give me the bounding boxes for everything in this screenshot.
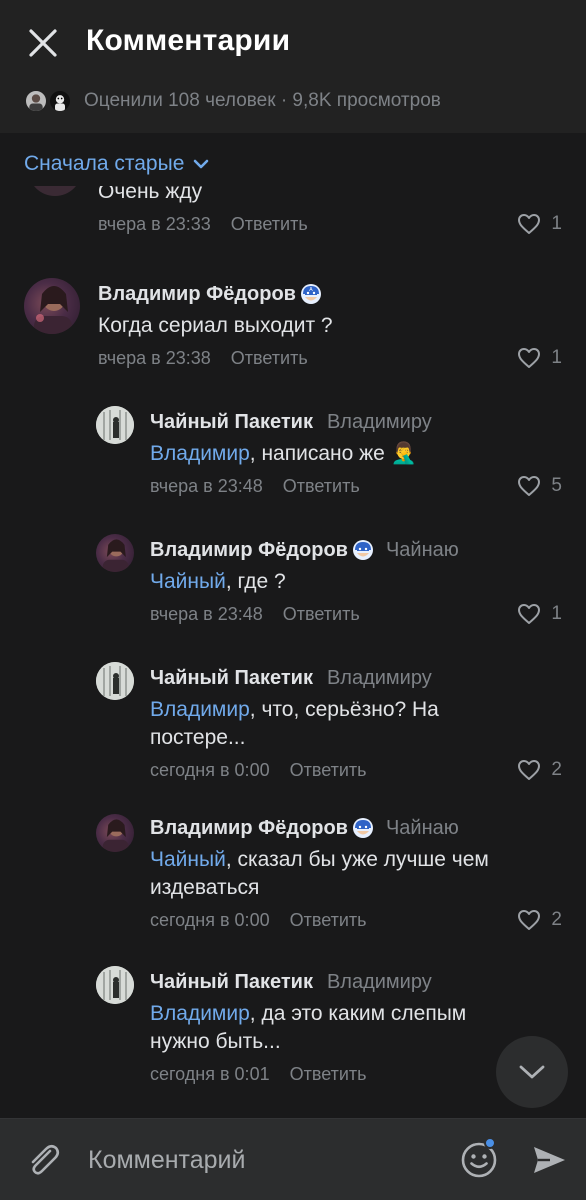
avatar[interactable] bbox=[96, 534, 134, 572]
like-count: 1 bbox=[551, 603, 562, 624]
heart-icon bbox=[518, 214, 541, 234]
avatar[interactable] bbox=[96, 814, 134, 852]
captain-america-badge-icon bbox=[352, 818, 373, 838]
page-title: Комментарии bbox=[86, 24, 291, 57]
mention-link[interactable]: Чайный bbox=[150, 848, 226, 871]
heart-icon bbox=[518, 604, 541, 624]
comment-text: Чайный, сказал бы уже лучше чем издевать… bbox=[150, 848, 489, 899]
comment-item: Владимир Фёдоров A Когда сериал выходит … bbox=[0, 274, 586, 380]
reactions-stats: Оценили 108 человек · 9,8K просмотров bbox=[84, 90, 441, 111]
close-icon[interactable] bbox=[22, 22, 64, 64]
comment-text: Владимир, написано же 🤦‍♂️ bbox=[150, 442, 417, 465]
avatar[interactable] bbox=[96, 662, 134, 700]
comment-text: Очень жду bbox=[98, 186, 203, 203]
like-button[interactable]: 1 bbox=[517, 603, 562, 625]
send-icon[interactable] bbox=[528, 1139, 570, 1181]
mention-link[interactable]: Владимир bbox=[150, 698, 250, 721]
comment-text: Владимир, да это каким слепым нужно быть… bbox=[150, 1002, 467, 1053]
reply-button[interactable]: Ответить bbox=[290, 1064, 367, 1085]
reply-comment: Владимир Фёдоров Чайнаю Чайный, где ? вч… bbox=[0, 532, 586, 638]
reply-to-label[interactable]: Владимиру bbox=[327, 667, 432, 690]
reply-button[interactable]: Ответить bbox=[231, 348, 308, 369]
like-button[interactable]: 2 bbox=[517, 909, 562, 931]
comment-author[interactable]: Чайный Пакетик bbox=[150, 411, 313, 434]
mention-link[interactable]: Чайный bbox=[150, 570, 226, 593]
comment-author[interactable]: Чайный Пакетик bbox=[150, 971, 313, 994]
heart-icon bbox=[518, 760, 541, 780]
header: Комментарии Оценили 108 человек · 9,8K п… bbox=[0, 0, 586, 133]
like-count: 5 bbox=[551, 475, 562, 496]
comment-text: Когда сериал выходит ? bbox=[98, 314, 333, 337]
reply-to-label[interactable]: Владимиру bbox=[327, 411, 432, 434]
reply-button[interactable]: Ответить bbox=[283, 604, 360, 625]
avatar[interactable] bbox=[28, 186, 82, 196]
heart-icon bbox=[518, 476, 541, 496]
reactions-summary[interactable]: Оценили 108 человек · 9,8K просмотров bbox=[24, 86, 441, 116]
like-button[interactable]: 2 bbox=[517, 759, 562, 781]
comment-text: Владимир, что, серьёзно? На постере... bbox=[150, 698, 439, 749]
comment-time: сегодня в 0:00 bbox=[150, 759, 270, 780]
mention-link[interactable]: Владимир bbox=[150, 1002, 250, 1025]
comment-input[interactable] bbox=[88, 1139, 438, 1181]
comment-composer bbox=[0, 1118, 586, 1200]
like-count: 2 bbox=[551, 909, 562, 930]
reply-to-label[interactable]: Владимиру bbox=[327, 971, 432, 994]
comment-time: вчера в 23:48 bbox=[150, 603, 263, 624]
chevron-down-icon bbox=[194, 159, 209, 169]
notification-dot bbox=[484, 1137, 496, 1149]
reply-button[interactable]: Ответить bbox=[290, 910, 367, 931]
captain-america-badge-icon bbox=[352, 540, 373, 560]
scroll-down-button[interactable] bbox=[496, 1036, 568, 1108]
reply-button[interactable]: Ответить bbox=[231, 214, 308, 235]
like-button[interactable]: 1 bbox=[517, 347, 562, 369]
comment-text: Чайный, где ? bbox=[150, 570, 286, 593]
comment-footer: вчера в 23:33 Ответить 1 bbox=[98, 210, 562, 238]
heart-icon bbox=[518, 910, 541, 930]
reply-button[interactable]: Ответить bbox=[283, 476, 360, 497]
avatar[interactable] bbox=[96, 966, 134, 1004]
comment-author[interactable]: Владимир Фёдоров bbox=[98, 283, 296, 306]
comment-time: вчера в 23:48 bbox=[150, 475, 263, 496]
comment-time: сегодня в 0:01 bbox=[150, 1063, 270, 1084]
sort-dropdown[interactable]: Сначала старые bbox=[24, 148, 210, 180]
reply-to-label[interactable]: Чайнаю bbox=[386, 817, 459, 840]
like-count: 2 bbox=[551, 759, 562, 780]
reply-to-label[interactable]: Чайнаю bbox=[386, 539, 459, 562]
comment-time: вчера в 23:38 bbox=[98, 347, 211, 368]
avatar[interactable] bbox=[24, 278, 80, 334]
captain-america-badge-icon: A bbox=[300, 284, 321, 304]
avatar bbox=[24, 89, 48, 113]
like-count: 1 bbox=[551, 347, 562, 368]
sort-label: Сначала старые bbox=[24, 152, 185, 175]
paperclip-icon[interactable] bbox=[22, 1139, 64, 1181]
reply-comment: Чайный Пакетик Владимиру Владимир, напис… bbox=[0, 404, 586, 510]
like-button[interactable]: 5 bbox=[517, 475, 562, 497]
like-button[interactable]: 1 bbox=[517, 213, 562, 235]
arrow-down-icon bbox=[519, 1065, 545, 1079]
reply-comment: Чайный Пакетик Владимиру Владимир, что, … bbox=[0, 660, 586, 788]
comment-time: сегодня в 0:00 bbox=[150, 909, 270, 930]
comments-list[interactable]: Очень жду вчера в 23:33 Ответить 1 Влади… bbox=[0, 186, 586, 1118]
reply-button[interactable]: Ответить bbox=[290, 760, 367, 781]
heart-icon bbox=[518, 348, 541, 368]
svg-text:A: A bbox=[309, 287, 313, 293]
reply-comment: Владимир Фёдоров Чайнаю Чайный, сказал б… bbox=[0, 814, 586, 942]
avatar bbox=[48, 89, 72, 113]
mention-link[interactable]: Владимир bbox=[150, 442, 250, 465]
comment-author[interactable]: Чайный Пакетик bbox=[150, 667, 313, 690]
liker-avatars bbox=[24, 87, 76, 115]
like-count: 1 bbox=[551, 213, 562, 234]
comment-time: вчера в 23:33 bbox=[98, 213, 211, 234]
comment-author[interactable]: Владимир Фёдоров bbox=[150, 539, 348, 562]
avatar[interactable] bbox=[96, 406, 134, 444]
comment-author[interactable]: Владимир Фёдоров bbox=[150, 817, 348, 840]
